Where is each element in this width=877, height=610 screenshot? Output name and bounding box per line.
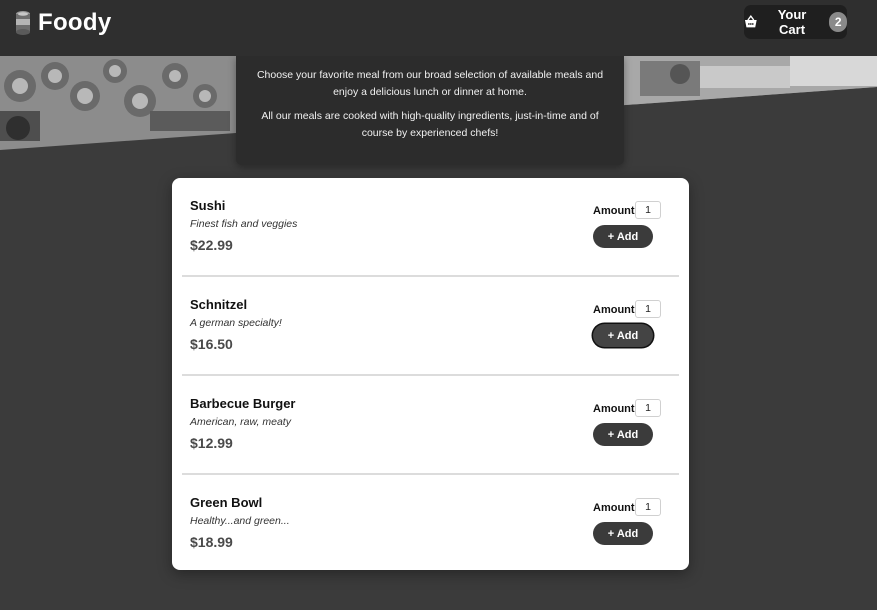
can-icon — [16, 11, 30, 35]
amount-input[interactable] — [635, 399, 661, 417]
add-button[interactable]: + Add — [593, 522, 653, 545]
cart-count-badge: 2 — [829, 12, 847, 32]
meal-name: Green Bowl — [190, 495, 263, 510]
meal-name: Sushi — [190, 198, 226, 213]
amount-label: Amount — [593, 304, 635, 316]
logo-text: Foody — [38, 9, 112, 36]
amount-input[interactable] — [635, 201, 661, 219]
meal-description: Healthy...and green... — [190, 515, 290, 527]
meal-price: $22.99 — [190, 237, 233, 253]
amount-label: Amount — [593, 403, 635, 415]
meal-price: $18.99 — [190, 534, 233, 550]
amount-label: Amount — [593, 205, 635, 217]
intro-summary: Choose your favorite meal from our broad… — [236, 56, 624, 165]
meal-item: Sushi Finest fish and veggies $22.99 Amo… — [172, 178, 689, 277]
intro-paragraph-1: Choose your favorite meal from our broad… — [256, 69, 604, 98]
meal-name: Barbecue Burger — [190, 396, 296, 411]
add-button[interactable]: + Add — [593, 423, 653, 446]
cart-label: Your Cart — [777, 7, 807, 37]
app-header: Foody Your Cart 2 — [0, 0, 877, 56]
meal-price: $12.99 — [190, 435, 233, 451]
meal-item: Green Bowl Healthy...and green... $18.99… — [172, 475, 689, 574]
meal-name: Schnitzel — [190, 297, 248, 312]
meal-description: Finest fish and veggies — [190, 218, 298, 230]
add-button[interactable]: + Add — [593, 225, 653, 248]
intro-paragraph-2: All our meals are cooked with high-quali… — [261, 110, 599, 139]
meal-item: Schnitzel A german specialty! $16.50 Amo… — [172, 277, 689, 376]
add-button[interactable]: + Add — [593, 324, 653, 347]
meals-list: Sushi Finest fish and veggies $22.99 Amo… — [172, 178, 689, 570]
cart-button[interactable]: Your Cart 2 — [744, 5, 847, 39]
meal-price: $16.50 — [190, 336, 233, 352]
basket-icon — [744, 15, 757, 28]
amount-input[interactable] — [635, 498, 661, 516]
meal-description: A german specialty! — [190, 317, 282, 329]
meal-item: Barbecue Burger American, raw, meaty $12… — [172, 376, 689, 475]
amount-label: Amount — [593, 502, 635, 514]
logo[interactable]: Foody — [14, 9, 112, 37]
meal-description: American, raw, meaty — [190, 416, 291, 428]
amount-input[interactable] — [635, 300, 661, 318]
